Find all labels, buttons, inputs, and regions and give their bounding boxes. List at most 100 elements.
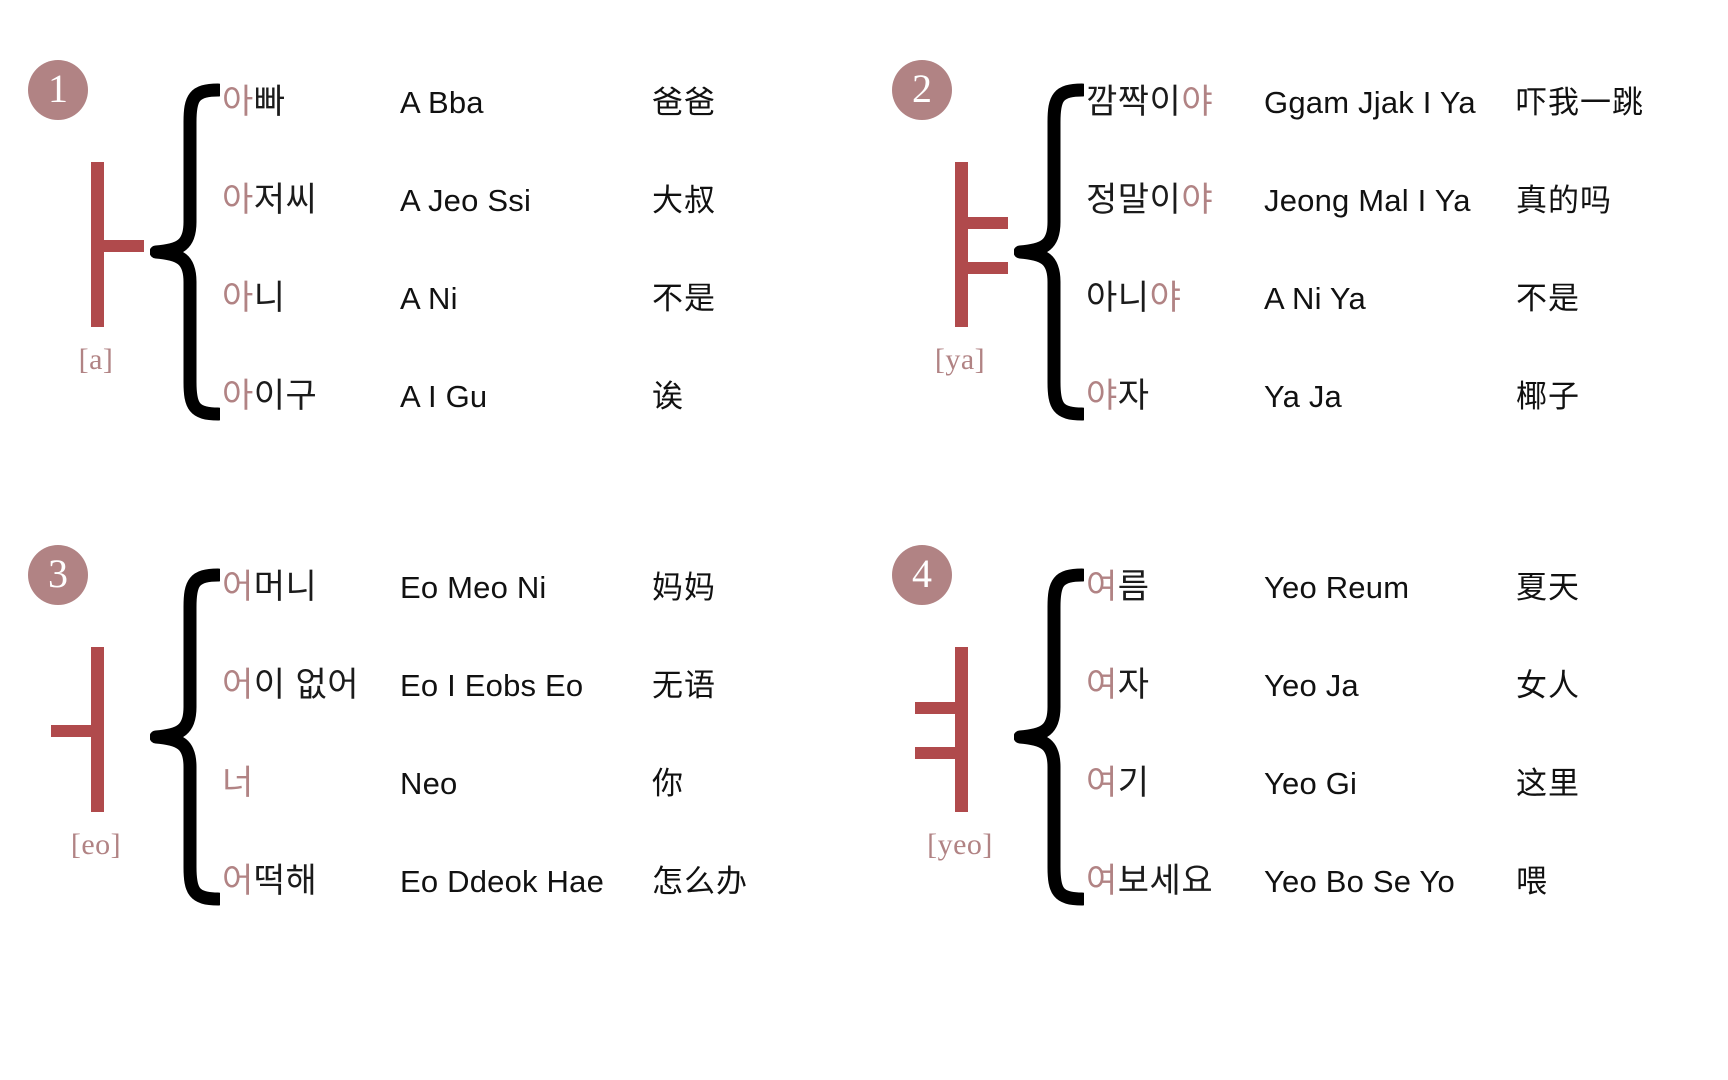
- hangul-prefix: 아니: [1086, 279, 1150, 317]
- hangul-prefix: 정말이: [1086, 181, 1182, 219]
- hangul-highlighted-syllable: 어: [222, 666, 254, 704]
- hangul-highlighted-syllable: 여: [1086, 862, 1118, 900]
- hangul-highlighted-syllable: 아: [222, 181, 254, 219]
- curly-brace-icon: [1014, 82, 1084, 422]
- romanization-2: A Jeo Ssi: [400, 183, 532, 218]
- chinese-translation-4: 怎么办: [652, 864, 748, 899]
- chinese-translation-3: 不是: [1516, 281, 1580, 316]
- vowel-letter-ㅑ: [905, 162, 1015, 327]
- panel-number-badge-1: 1: [28, 60, 88, 120]
- vowel-panel-2: 2 [ya] 깜짝이야 Ggam Jjak I Ya 吓我一跳 정말이야 Jeo…: [864, 12, 1728, 497]
- example-word-row: 어머니 Eo Meo Ni 妈妈: [222, 559, 852, 657]
- hangul-word-4: 아이구: [222, 368, 400, 417]
- vowel-block: [yeo]: [900, 647, 1020, 862]
- chinese-translation-3: 这里: [1516, 766, 1580, 801]
- panel-number-label: 3: [48, 551, 68, 596]
- hangul-highlighted-syllable: 야: [1181, 83, 1214, 121]
- hangul-suffix: 보세요: [1117, 862, 1214, 900]
- panel-number-badge-2: 2: [892, 60, 952, 120]
- hangul-suffix: 이 없어: [253, 666, 360, 704]
- hangul-highlighted-syllable: 여: [1086, 666, 1118, 704]
- vowel-stem: [91, 162, 104, 327]
- hangul-highlighted-syllable: 야: [1181, 181, 1214, 219]
- panel-number-label: 4: [912, 551, 932, 596]
- example-word-row: 어이 없어 Eo I Eobs Eo 无语: [222, 657, 852, 755]
- example-word-row: 너 Neo 你: [222, 755, 852, 853]
- vowel-panel-3: 3 [eo] 어머니 Eo Meo Ni 妈妈 어이 없어 Eo I Eobs …: [0, 497, 864, 982]
- romanization-4: A I Gu: [400, 379, 488, 414]
- hangul-word-3: 아니: [222, 270, 400, 319]
- hangul-word-3: 아니야: [1086, 270, 1264, 319]
- example-word-row: 아빠 A Bba 爸爸: [222, 74, 852, 172]
- hangul-word-1: 어머니: [222, 559, 400, 608]
- chinese-translation-2: 大叔: [652, 183, 716, 218]
- hangul-suffix: 자: [1117, 666, 1150, 704]
- hangul-highlighted-syllable: 어: [222, 568, 254, 606]
- hangul-word-3: 너: [222, 755, 400, 804]
- hangul-word-2: 여자: [1086, 657, 1264, 706]
- vowel-arm-1: [104, 240, 144, 252]
- hangul-suffix: 머니: [253, 568, 318, 606]
- vowel-arm-2: [915, 747, 955, 759]
- chinese-translation-3: 不是: [652, 281, 716, 316]
- vowel-romanization-label: [ya]: [934, 343, 986, 376]
- romanization-1: Ggam Jjak I Ya: [1264, 85, 1476, 120]
- hangul-prefix: 깜짝이: [1086, 83, 1182, 121]
- chinese-translation-1: 吓我一跳: [1516, 85, 1644, 120]
- vowel-letter-ㅓ: [41, 647, 151, 812]
- vowel-block: [eo]: [36, 647, 156, 862]
- vowel-arm-2: [968, 262, 1008, 274]
- hangul-suffix: 니: [253, 279, 286, 317]
- hangul-word-2: 어이 없어: [222, 657, 400, 706]
- hangul-highlighted-syllable: 너: [222, 764, 254, 802]
- example-word-row: 아니 A Ni 不是: [222, 270, 852, 368]
- curly-brace-icon: [150, 82, 220, 422]
- romanization-3: Yeo Gi: [1264, 766, 1358, 801]
- example-word-row: 아이구 A I Gu 诶: [222, 368, 852, 466]
- romanization-1: Eo Meo Ni: [400, 570, 547, 605]
- romanization-4: Ya Ja: [1264, 379, 1342, 414]
- hangul-word-4: 어떡해: [222, 853, 400, 902]
- romanization-3: Neo: [400, 766, 458, 801]
- hangul-word-1: 깜짝이야: [1086, 74, 1264, 123]
- example-word-list: 여름 Yeo Reum 夏天 여자 Yeo Ja 女人 여기 Yeo Gi 这里…: [1086, 559, 1716, 951]
- vowel-stem: [955, 647, 968, 812]
- chinese-translation-4: 椰子: [1516, 379, 1580, 414]
- vowel-arm-1: [968, 217, 1008, 229]
- romanization-1: A Bba: [400, 85, 484, 120]
- panel-number-label: 2: [912, 66, 932, 111]
- vowel-letter-ㅕ: [905, 647, 1015, 812]
- hangul-highlighted-syllable: 아: [222, 279, 254, 317]
- hangul-word-2: 정말이야: [1086, 172, 1264, 221]
- hangul-highlighted-syllable: 야: [1086, 377, 1118, 415]
- hangul-highlighted-syllable: 아: [222, 83, 254, 121]
- hangul-highlighted-syllable: 여: [1086, 568, 1118, 606]
- vowel-arm-1: [51, 725, 91, 737]
- example-word-row: 아저씨 A Jeo Ssi 大叔: [222, 172, 852, 270]
- romanization-2: Jeong Mal I Ya: [1264, 183, 1471, 218]
- chinese-translation-1: 妈妈: [652, 570, 716, 605]
- romanization-2: Eo I Eobs Eo: [400, 668, 584, 703]
- example-word-row: 여기 Yeo Gi 这里: [1086, 755, 1716, 853]
- vowel-stem: [955, 162, 968, 327]
- curly-brace-icon: [1014, 567, 1084, 907]
- chinese-translation-2: 真的吗: [1516, 183, 1612, 218]
- chinese-translation-4: 诶: [652, 379, 684, 414]
- vowel-block: [a]: [36, 162, 156, 377]
- panel-number-badge-4: 4: [892, 545, 952, 605]
- panel-number-label: 1: [48, 66, 68, 111]
- chinese-translation-1: 爸爸: [652, 85, 716, 120]
- hangul-highlighted-syllable: 여: [1086, 764, 1118, 802]
- example-word-row: 정말이야 Jeong Mal I Ya 真的吗: [1086, 172, 1716, 270]
- hangul-suffix: 빠: [253, 83, 286, 121]
- hangul-suffix: 기: [1117, 764, 1150, 802]
- hangul-word-3: 여기: [1086, 755, 1264, 804]
- chinese-translation-1: 夏天: [1516, 570, 1580, 605]
- hangul-suffix: 이구: [253, 377, 318, 415]
- example-word-row: 어떡해 Eo Ddeok Hae 怎么办: [222, 853, 852, 951]
- vowel-panel-1: 1 [a] 아빠 A Bba 爸爸 아저씨 A Jeo Ssi 大叔 아니 A …: [0, 12, 864, 497]
- hangul-suffix: 떡해: [253, 862, 318, 900]
- example-word-row: 여보세요 Yeo Bo Se Yo 喂: [1086, 853, 1716, 951]
- romanization-4: Yeo Bo Se Yo: [1264, 864, 1455, 899]
- hangul-word-1: 여름: [1086, 559, 1264, 608]
